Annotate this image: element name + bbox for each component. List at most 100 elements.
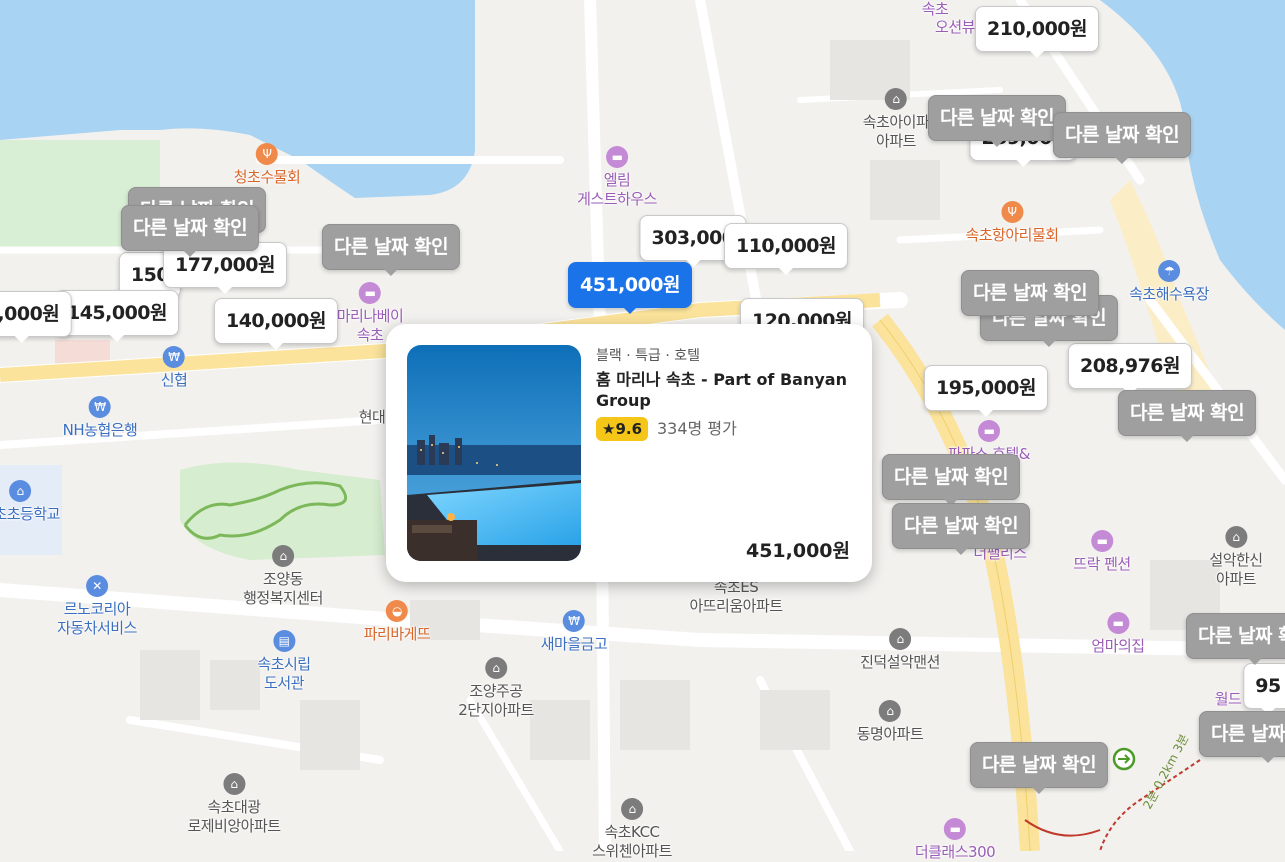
book-icon: ▤: [272, 630, 295, 652]
poi-seorak-hanshin[interactable]: ⌂ 설악한신 아파트: [1209, 526, 1263, 589]
poi-label: 조양동 행정복지센터: [243, 570, 323, 607]
restaurant-icon: Ψ: [1000, 201, 1023, 223]
poi-label: 엘림 게스트하우스: [577, 171, 657, 208]
sold-out-pin-3[interactable]: 다른 날짜 확인: [321, 224, 461, 276]
poi-sokcho-kcc[interactable]: ⌂ 속초KCC 스위첸아파트: [592, 798, 672, 861]
poi-label: 엄마의집: [1091, 637, 1145, 655]
sold-out-pin-11[interactable]: 다른 날짜 확인: [969, 742, 1109, 794]
hotel-card[interactable]: 블랙 · 특급 · 호텔 홈 마리나 속초 - Part of Banyan G…: [386, 324, 872, 582]
poi-label: 속초ES 아뜨리움아파트: [689, 578, 783, 615]
poi-saemaeul[interactable]: ₩ 새마을금고: [541, 610, 608, 654]
sold-out-pin-10[interactable]: 다른 날짜 확인: [891, 503, 1031, 555]
sold-out-pin-5[interactable]: 다른 날짜 확인: [1052, 112, 1192, 164]
poi-label: 속초항아리물회: [965, 226, 1059, 244]
poi-joyang-office[interactable]: ⌂ 조양동 행정복지센터: [243, 545, 323, 608]
sold-out-pin-8[interactable]: 다른 날짜 확인: [1117, 390, 1257, 442]
bed-icon: ▬: [978, 420, 1000, 442]
sokcho-label[interactable]: 속초: [922, 0, 949, 19]
poi-the-class[interactable]: ▬ 더클래스300: [914, 818, 996, 862]
price-pin-140000[interactable]: 140,000원: [213, 298, 339, 350]
poi-shinhyup[interactable]: ₩ 신협: [161, 346, 188, 390]
poi-es-atrium[interactable]: 속초ES 아뜨리움아파트: [689, 578, 783, 616]
poi-label: 파리바게뜨: [363, 625, 431, 643]
building-icon: ⌂: [878, 700, 901, 722]
bank-icon: ₩: [162, 346, 185, 368]
poi-sokcho-hang-ari[interactable]: Ψ 속초항아리물회: [965, 201, 1059, 245]
poi-label: 설악한신 아파트: [1209, 551, 1263, 588]
poi-label: 뜨락 펜션: [1073, 555, 1131, 573]
poi-label: 청초수물회: [233, 168, 301, 186]
poi-label: NH농협은행: [62, 421, 138, 439]
poi-renocorea[interactable]: ✕ 르노코리아 자동차서비스: [57, 575, 137, 638]
bed-icon: ▬: [1106, 612, 1129, 634]
poi-sokcho-daegwang[interactable]: ⌂ 속초대광 로제비앙아파트: [187, 773, 281, 836]
price-pin-210000[interactable]: 210,000원: [974, 6, 1100, 58]
price-pin-208976[interactable]: 208,976원: [1067, 343, 1193, 395]
hotel-name[interactable]: 홈 마리나 속초 - Part of Banyan Group: [596, 369, 856, 411]
poi-elim-guesthouse[interactable]: ▬ 엘림 게스트하우스: [577, 146, 657, 209]
rating-badge: ★9.6: [596, 417, 649, 441]
poi-eomma-uijip[interactable]: ▬ 엄마의집: [1091, 612, 1145, 656]
bed-icon: ▬: [358, 282, 381, 304]
poi-jindeok[interactable]: ⌂ 진덕설악맨션: [860, 628, 940, 672]
poi-sokcho-ipark[interactable]: ⌂ 속초아이파 아파트: [863, 88, 930, 151]
sold-out-pin-13[interactable]: 다른 날짜 확인: [1198, 711, 1285, 763]
poi-label: 동명아파트: [856, 725, 924, 743]
poi-paris-baguette[interactable]: ◒ 파리바게뜨: [364, 600, 431, 644]
hotel-category: 블랙 · 특급 · 호텔: [596, 348, 700, 364]
sold-out-pin-4[interactable]: 다른 날짜 확인: [927, 95, 1067, 147]
sold-out-pin-7[interactable]: 다른 날짜 확인: [960, 270, 1100, 322]
poi-label: 신협: [160, 371, 188, 389]
rating-score: 9.6: [615, 420, 643, 438]
poi-world[interactable]: 월드: [1215, 690, 1242, 709]
poi-label: 더클래스300: [914, 843, 996, 861]
poi-label: 속초초등학교: [0, 505, 60, 523]
building-icon: ⌂: [222, 773, 245, 795]
poi-cheongcho-sashimi[interactable]: Ψ 청초수물회: [234, 143, 301, 187]
sold-out-pin-2[interactable]: 다른 날짜 확인: [120, 205, 260, 257]
bed-icon: ▬: [1091, 530, 1113, 552]
price-pin-edge[interactable]: 0,000원: [0, 291, 72, 343]
building-icon: ⌂: [484, 657, 507, 679]
poi-label: 새마을금고: [540, 635, 608, 653]
sold-out-pin-9[interactable]: 다른 날짜 확인: [881, 454, 1021, 506]
poi-dongmyeong[interactable]: ⌂ 동명아파트: [857, 700, 924, 744]
poi-label: 속초KCC 스위첸아파트: [592, 823, 672, 860]
building-icon: ⌂: [621, 798, 643, 820]
price-pin-195000[interactable]: 195,000원: [923, 365, 1049, 417]
price-pin-145000[interactable]: 145,000원: [54, 290, 180, 342]
price-pin-110000[interactable]: 110,000원: [723, 223, 849, 275]
wrench-icon: ✕: [86, 575, 108, 597]
bed-icon: ▬: [944, 818, 966, 840]
building-icon: ⌂: [889, 628, 911, 650]
price-pin-95[interactable]: 95: [1243, 663, 1285, 715]
poi-label: 진덕설악맨션: [860, 653, 940, 671]
review-count: 334명 평가: [657, 419, 737, 438]
orange-label[interactable]: 오션뷰: [935, 18, 975, 37]
selected-price-pin[interactable]: 451,000원: [567, 262, 693, 314]
poi-label: 속초시립 도서관: [257, 655, 311, 692]
poi-label: 속초아이파 아파트: [862, 113, 930, 150]
bank-icon: ₩: [88, 396, 111, 418]
bank-icon: ₩: [562, 610, 585, 632]
poi-nh-bank[interactable]: ₩ NH농협은행: [63, 396, 138, 440]
building-icon: ⌂: [884, 88, 907, 110]
hotel-photo[interactable]: [407, 345, 581, 561]
poi-sokcho-beach[interactable]: ☂ 속초해수욕장: [1129, 260, 1209, 304]
bed-icon: ▬: [606, 146, 628, 168]
poi-label: 오션뷰: [935, 18, 975, 36]
poi-library[interactable]: ▤ 속초시립 도서관: [257, 630, 311, 693]
poi-ttrak-pension[interactable]: ▬ 뜨락 펜션: [1073, 530, 1131, 574]
poi-joyang-jugong[interactable]: ⌂ 조양주공 2단지아파트: [458, 657, 534, 720]
poi-elementary[interactable]: ⌂ 속초초등학교: [0, 480, 60, 524]
hotel-price: 451,000원: [745, 540, 850, 562]
poi-hyeon[interactable]: 현대: [359, 408, 386, 427]
sold-out-pin-12[interactable]: 다른 날짜 확인: [1185, 613, 1285, 665]
school-icon: ⌂: [9, 480, 31, 502]
bakery-icon: ◒: [385, 600, 408, 622]
star-icon: ★: [602, 420, 616, 438]
poi-label: 조양주공 2단지아파트: [458, 682, 534, 719]
poi-label: 월드: [1214, 690, 1242, 708]
poi-label: 속초대광 로제비앙아파트: [187, 798, 281, 835]
restaurant-icon: Ψ: [255, 143, 278, 165]
